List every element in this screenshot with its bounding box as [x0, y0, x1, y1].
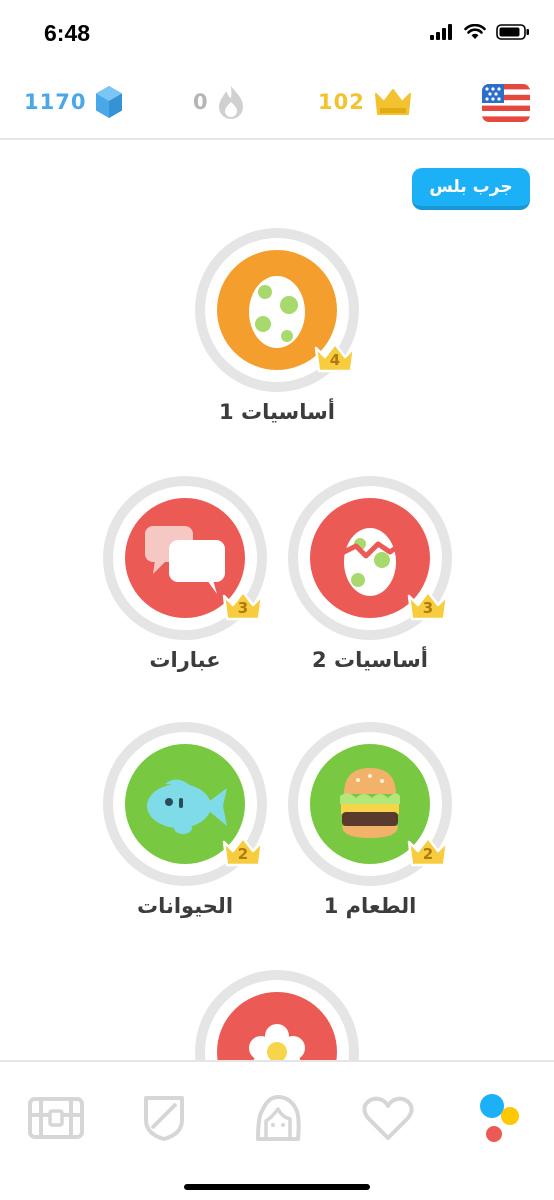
flame-icon: [218, 86, 243, 119]
tab-stories[interactable]: [24, 1090, 88, 1146]
status-icons: [430, 24, 530, 40]
gems-counter[interactable]: 1170: [24, 80, 124, 124]
signal-icon: [430, 24, 452, 40]
crowns-value: 102: [318, 90, 365, 114]
crown-level: 2: [237, 845, 249, 863]
tab-health[interactable]: [356, 1090, 420, 1146]
streak-counter[interactable]: 0: [193, 80, 245, 124]
skill-crown-badge: 3: [406, 588, 450, 622]
skill-crown-badge: 2: [406, 834, 450, 868]
crown-level: 3: [237, 599, 249, 617]
skill-label: الحيوانات: [136, 894, 234, 918]
skill-label: عبارات: [149, 648, 221, 672]
home-indicator: [184, 1184, 370, 1190]
profile-avatar-icon: [256, 1095, 301, 1141]
skill-basics-1[interactable]: 4 أساسيات 1: [195, 228, 359, 438]
tab-labs[interactable]: [466, 1090, 530, 1146]
skill-food-1[interactable]: 2 الطعام 1: [288, 722, 452, 932]
status-bar: 6:48: [0, 0, 554, 66]
skill-phrases[interactable]: 3 عبارات: [103, 476, 267, 686]
shield-icon: [144, 1096, 184, 1141]
status-time: 6:48: [44, 20, 91, 46]
try-plus-button[interactable]: جرب بلس: [412, 168, 530, 210]
skill-basics-2[interactable]: 3 أساسيات 2: [288, 476, 452, 686]
gem-icon: [96, 86, 123, 118]
wifi-icon: [464, 24, 486, 39]
streak-value: 0: [193, 90, 209, 114]
skill-label: أساسيات 1: [219, 400, 335, 424]
gems-value: 1170: [24, 90, 87, 114]
heart-icon: [362, 1096, 414, 1140]
skill-flower[interactable]: [195, 970, 359, 1134]
skill-animals[interactable]: 2 الحيوانات: [103, 722, 267, 932]
tab-profile[interactable]: [246, 1090, 310, 1146]
skill-crown-badge: 4: [313, 340, 357, 374]
crowns-counter[interactable]: 102: [318, 80, 413, 124]
crown-level: 3: [422, 599, 434, 617]
skill-crown-badge: 2: [221, 834, 265, 868]
us-flag-icon[interactable]: [482, 84, 530, 122]
crown-level: 2: [422, 845, 434, 863]
skill-crown-badge: 3: [221, 588, 265, 622]
bottom-tab-bar: [0, 1060, 554, 1200]
treasure-chest-icon: [28, 1097, 84, 1139]
battery-icon: [496, 24, 529, 40]
tab-leagues[interactable]: [132, 1090, 196, 1146]
colored-dots-icon: [480, 1094, 519, 1142]
stats-header: 1170 0 102: [0, 66, 554, 140]
crown-icon: [374, 89, 411, 115]
crown-level: 4: [329, 351, 341, 369]
